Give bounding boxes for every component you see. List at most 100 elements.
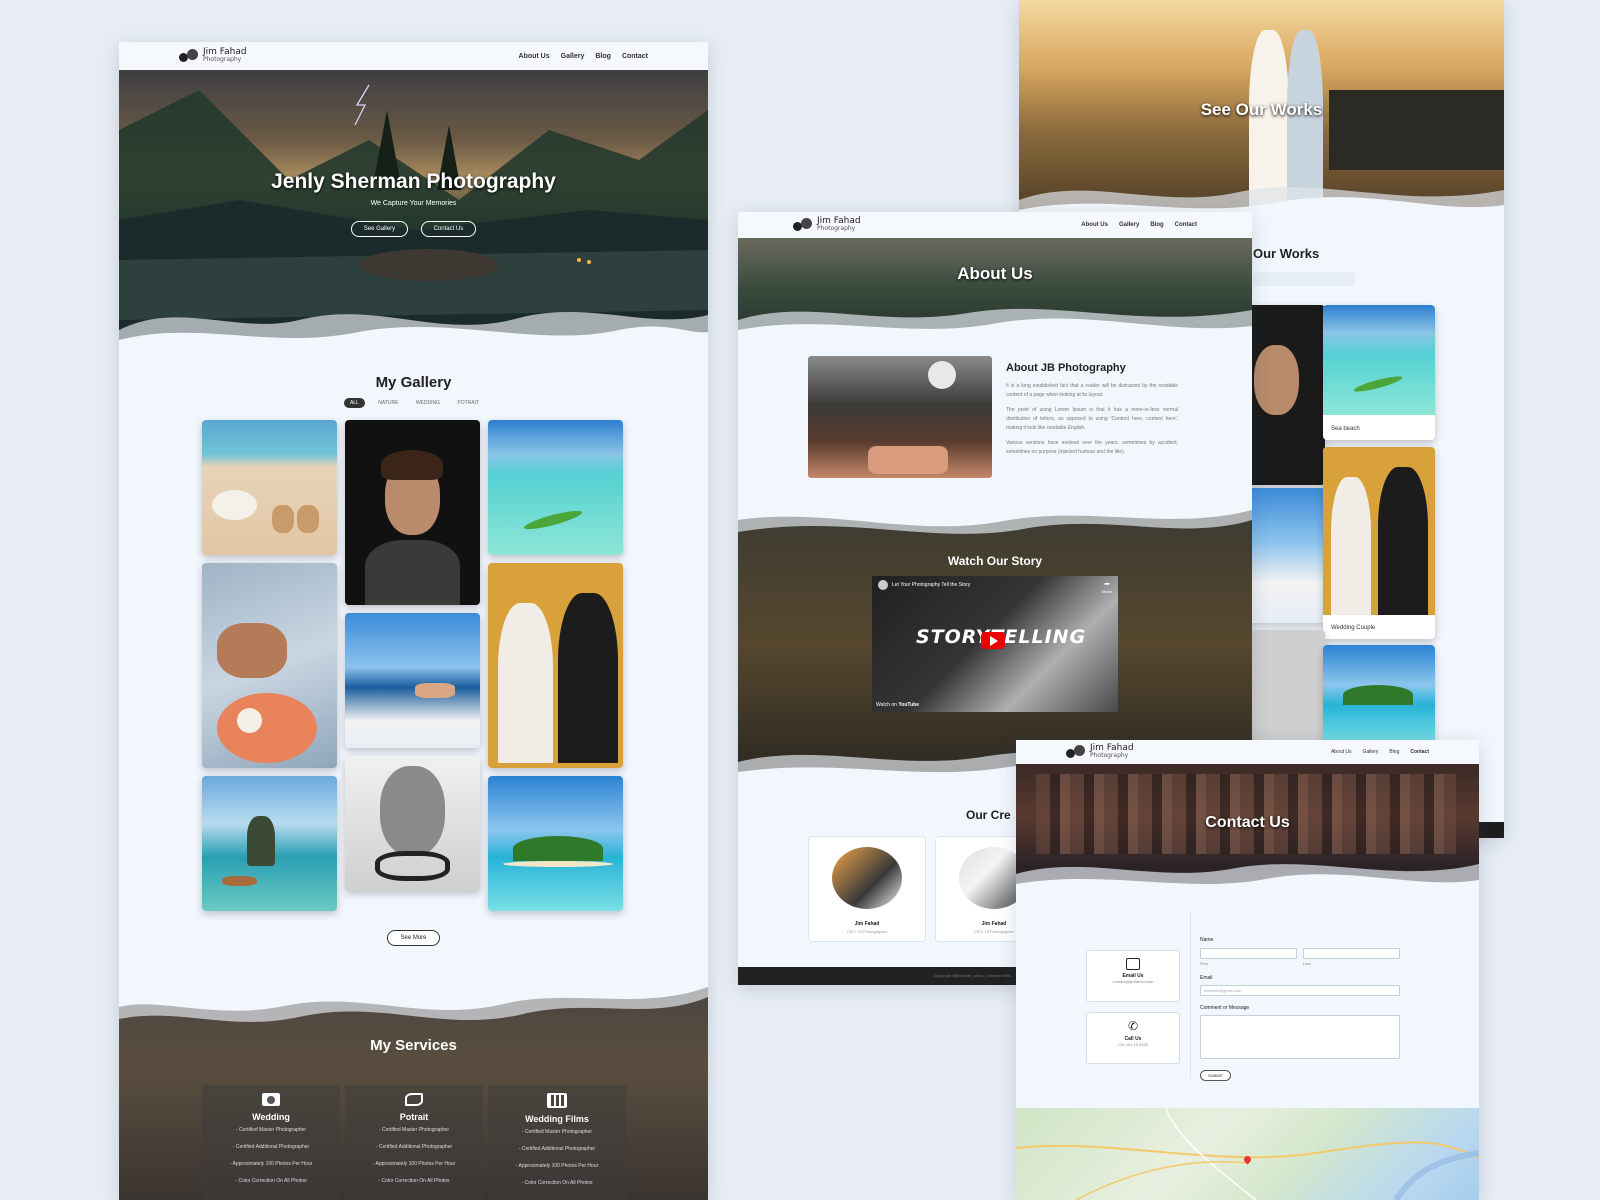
video-player[interactable]: Let Your Photography Tell the Story ➦ Sh… xyxy=(872,576,1118,712)
gallery-photo-man-portrait[interactable] xyxy=(345,420,480,605)
nav-about[interactable]: About Us xyxy=(1081,222,1108,228)
brand-logo[interactable]: Jim Fahad Photography xyxy=(793,217,861,233)
crew-title: Our Cre xyxy=(966,808,1011,822)
film-icon xyxy=(547,1093,567,1108)
works-card-wedding-couple[interactable]: Wedding Couple xyxy=(1323,447,1435,639)
name-label: Name xyxy=(1200,937,1214,943)
crew-avatar xyxy=(832,847,902,909)
logo-icon xyxy=(1066,745,1086,759)
wave-divider xyxy=(738,502,1252,534)
service-card-potrait: Potrait - Certified Master Photographer … xyxy=(345,1085,483,1200)
gallery-photo-bw-portrait[interactable] xyxy=(345,756,480,891)
gallery-photo-island[interactable] xyxy=(488,776,623,911)
portrait-icon xyxy=(405,1093,423,1106)
nav-about[interactable]: About Us xyxy=(519,53,550,60)
wave-divider xyxy=(1016,864,1479,894)
card-label: Sea beach xyxy=(1331,426,1360,432)
contact-page-mockup: Jim Fahad Photography About Us Gallery Bl… xyxy=(1016,740,1479,1200)
logo-icon xyxy=(793,218,813,232)
nav-contact[interactable]: Contact xyxy=(1410,749,1429,755)
footer-copyright: Copyright @jimfahad_photo | Created With… xyxy=(934,973,1014,978)
top-navbar: Jim Fahad Photography About Us Gallery Bl… xyxy=(738,212,1252,238)
youtube-logo[interactable]: YouTube xyxy=(898,702,919,708)
works-photo-island[interactable] xyxy=(1323,645,1435,745)
service-feature: - Approximately 100 Photos Per Hour xyxy=(515,1163,599,1169)
see-more-button[interactable]: See More xyxy=(387,930,440,946)
location-map[interactable] xyxy=(1016,1108,1479,1200)
gallery-photo-masked-couple[interactable] xyxy=(488,563,623,768)
email-label: Email xyxy=(1200,975,1213,981)
card-label: Wedding Couple xyxy=(1331,625,1376,631)
about-paragraph: Various versions have evolved over the y… xyxy=(1006,440,1178,455)
services-title: My Services xyxy=(370,1037,457,1054)
submit-button[interactable]: SUBMIT xyxy=(1200,1070,1232,1081)
play-button[interactable] xyxy=(981,632,1005,649)
video-title: Let Your Photography Tell the Story xyxy=(892,582,971,588)
brand-tagline: Photography xyxy=(203,56,242,63)
crew-name: Jim Fahad xyxy=(854,921,880,927)
last-name-input[interactable] xyxy=(1303,948,1400,959)
nav-gallery[interactable]: Gallery xyxy=(1363,749,1379,755)
first-name-input[interactable] xyxy=(1200,948,1297,959)
message-textarea[interactable] xyxy=(1200,1015,1400,1059)
about-heading: About JB Photography xyxy=(1006,362,1126,374)
service-title: Potrait xyxy=(399,1112,429,1122)
works-hero: See Our Works xyxy=(1019,0,1504,220)
contact-us-button[interactable]: Contact Us xyxy=(420,221,477,237)
service-card-wedding: Wedding - Certified Master Photographer … xyxy=(202,1085,340,1200)
nav-gallery[interactable]: Gallery xyxy=(1119,222,1139,228)
top-navbar: Jim Fahad Photography About Us Gallery Bl… xyxy=(119,42,708,70)
nav-blog[interactable]: Blog xyxy=(595,53,611,60)
service-feature: - Certified Additional Photographer xyxy=(375,1144,453,1150)
works-card-sea-beach[interactable]: Sea beach xyxy=(1323,305,1435,440)
gallery-filters: ALL NATURE WEDDING POTRAIT xyxy=(119,398,708,408)
email-input[interactable]: example@gmail.com xyxy=(1200,985,1400,996)
filter-nature[interactable]: NATURE xyxy=(378,400,398,406)
wave-divider xyxy=(119,977,708,1022)
hero-title: Jenly Sherman Photography xyxy=(271,170,556,193)
share-icon[interactable]: ➦ xyxy=(1104,580,1110,588)
crew-card[interactable]: Jim Fahad CEO, Of Photographer xyxy=(808,836,926,942)
brand-logo[interactable]: Jim Fahad Photography xyxy=(179,48,247,64)
filter-all[interactable]: ALL xyxy=(343,398,365,408)
see-gallery-button[interactable]: See Gallery xyxy=(350,221,409,237)
hero-subtitle: We Capture Your Memories xyxy=(370,200,457,207)
call-us-value: +54 102 10 5333 xyxy=(1117,1042,1149,1047)
wave-divider xyxy=(119,312,708,350)
logo-icon xyxy=(179,49,199,63)
gallery-photo-beach-hat[interactable] xyxy=(202,420,337,555)
about-paragraph: It is a long established fact that a rea… xyxy=(1006,383,1178,398)
nav-blog[interactable]: Blog xyxy=(1389,749,1399,755)
contact-hero: Contact Us xyxy=(1016,764,1479,894)
call-us-card[interactable]: ✆ Call Us +54 102 10 5333 xyxy=(1086,1012,1180,1064)
map-roads xyxy=(1016,1108,1479,1200)
team-photo xyxy=(808,356,992,478)
brand-tagline: Photography xyxy=(817,225,856,232)
wave-divider xyxy=(738,308,1252,338)
nav-contact[interactable]: Contact xyxy=(1175,222,1197,228)
nav-gallery[interactable]: Gallery xyxy=(561,53,585,60)
email-us-card[interactable]: Email Us contact@jimfahad.com xyxy=(1086,950,1180,1002)
share-label: Share xyxy=(1101,589,1112,594)
nav-blog[interactable]: Blog xyxy=(1150,222,1163,228)
service-card-wedding-films: Wedding Films - Certified Master Photogr… xyxy=(488,1085,626,1200)
gallery-title: My Gallery xyxy=(375,374,452,391)
top-navbar: Jim Fahad Photography About Us Gallery Bl… xyxy=(1016,740,1479,764)
service-feature: - Approximately 100 Photos Per Hour xyxy=(229,1161,313,1167)
gallery-photo-wedding-rings[interactable] xyxy=(202,563,337,768)
first-label: First xyxy=(1200,961,1208,966)
gallery-photo-kayak[interactable] xyxy=(488,420,623,555)
service-title: Wedding xyxy=(252,1112,290,1122)
brand-logo[interactable]: Jim Fahad Photography xyxy=(1066,744,1134,760)
gallery-photo-rock-boat[interactable] xyxy=(202,776,337,911)
nav-about[interactable]: About Us xyxy=(1331,749,1352,755)
about-paragraph: The point of using Lorem Ipsum is that i… xyxy=(1006,407,1178,431)
email-us-value: contact@jimfahad.com xyxy=(1112,979,1154,984)
filter-potrait[interactable]: POTRAIT xyxy=(457,400,479,406)
gallery-photo-santorini[interactable] xyxy=(345,613,480,748)
nav-contact[interactable]: Contact xyxy=(622,53,648,60)
filter-wedding[interactable]: WEDDING xyxy=(416,400,440,406)
home-page-mockup: Jim Fahad Photography About Us Gallery Bl… xyxy=(119,42,708,1200)
message-label: Comment or Message xyxy=(1200,1005,1250,1011)
home-hero: Jenly Sherman Photography We Capture You… xyxy=(119,70,708,350)
